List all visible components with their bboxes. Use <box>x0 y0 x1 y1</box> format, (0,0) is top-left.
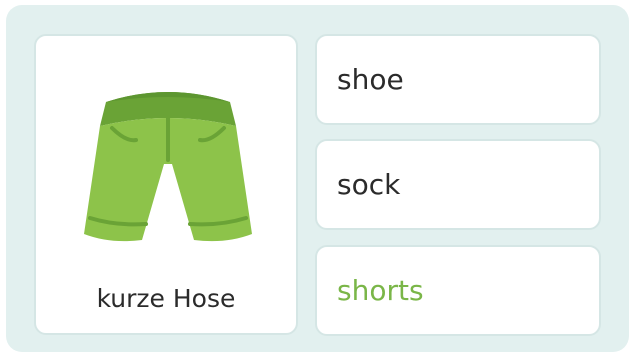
answer-option-shorts[interactable]: shorts <box>315 245 601 336</box>
answer-option-label: sock <box>337 167 401 201</box>
image-card[interactable]: kurze Hose <box>34 34 298 335</box>
answer-option-label: shoe <box>337 62 404 96</box>
answer-option-sock[interactable]: sock <box>315 139 601 230</box>
answer-option-shoe[interactable]: shoe <box>315 34 601 125</box>
answer-option-label: shorts <box>337 273 424 307</box>
shorts-icon <box>84 92 252 242</box>
image-caption: kurze Hose <box>96 284 236 313</box>
